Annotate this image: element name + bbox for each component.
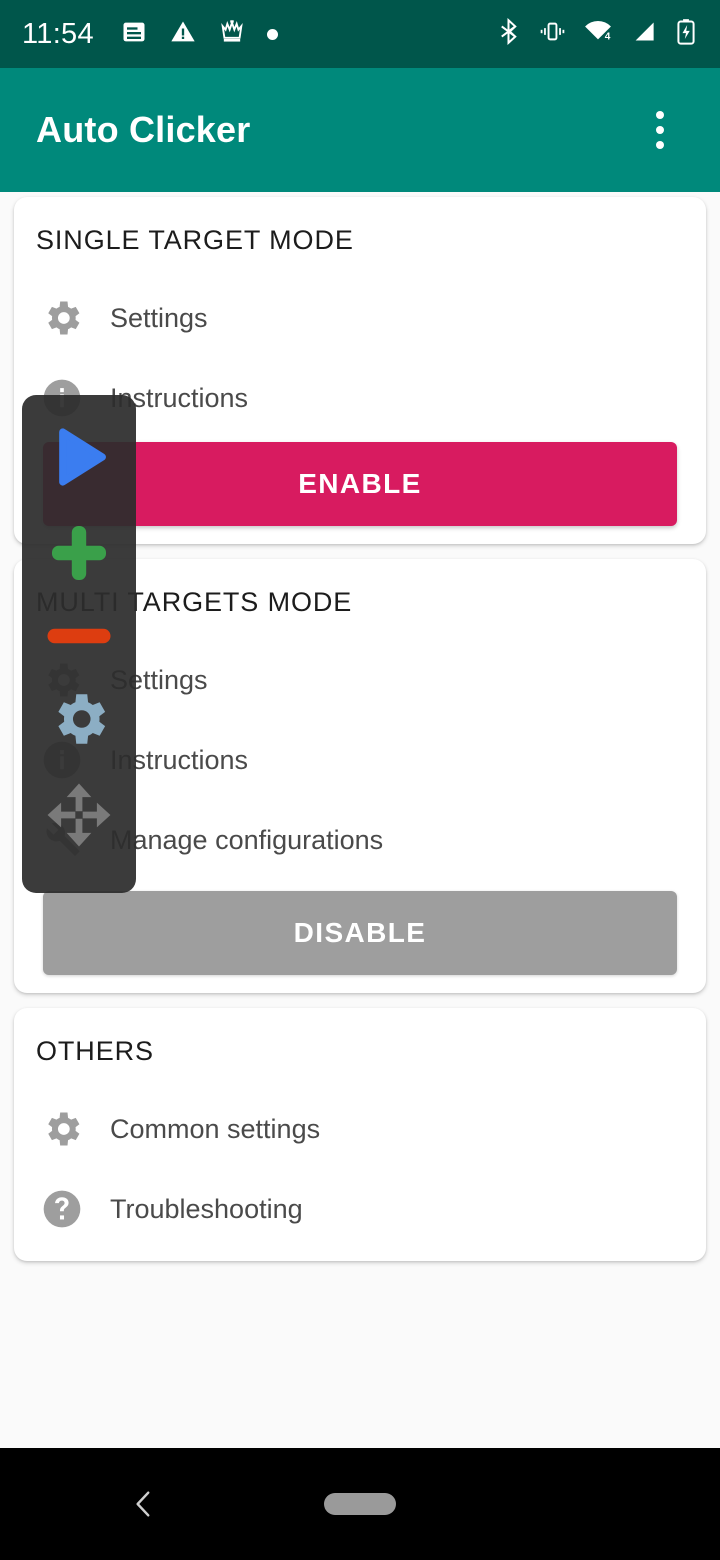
- wifi-icon: 4: [583, 18, 613, 50]
- battery-charging-icon: [674, 18, 698, 51]
- manage-configurations-label: Manage configurations: [110, 824, 384, 855]
- troubleshooting-label: Troubleshooting: [110, 1193, 303, 1224]
- overflow-menu-icon[interactable]: [636, 98, 684, 162]
- question-circle-icon: [36, 1183, 88, 1235]
- gear-icon: [36, 1103, 88, 1155]
- common-settings-label: Common settings: [110, 1113, 321, 1144]
- single-settings-label: Settings: [110, 302, 208, 333]
- gear-icon: [46, 686, 112, 757]
- overlay-settings-button[interactable]: [29, 673, 129, 769]
- play-triangle-icon: [40, 418, 118, 501]
- status-bar-system-icons: 4: [495, 17, 698, 51]
- troubleshooting-item[interactable]: Troubleshooting: [36, 1178, 684, 1240]
- minus-icon: [43, 621, 115, 656]
- page-title: Auto Clicker: [36, 109, 251, 150]
- status-bar-notification-icons: [120, 18, 278, 51]
- dot-notification-icon: [266, 28, 278, 40]
- disable-button[interactable]: DISABLE: [43, 891, 677, 975]
- app-bar: Auto Clicker: [0, 68, 720, 192]
- phone-screen: 11:54 4 Auto Clicker SINGLE TARGET MODE …: [0, 0, 720, 1560]
- play-button[interactable]: [29, 411, 129, 507]
- others-card: OTHERS Common settings Troubleshooting: [14, 1008, 706, 1261]
- status-bar-clock: 11:54: [22, 17, 94, 50]
- notes-notification-icon: [120, 18, 148, 51]
- single-target-mode-title: SINGLE TARGET MODE: [36, 225, 354, 255]
- chess-king-icon: [218, 18, 246, 51]
- move-arrows-icon: [42, 778, 116, 857]
- overflow-dot: [656, 126, 664, 134]
- floating-overlay-widget[interactable]: [22, 395, 136, 893]
- vibrate-icon: [539, 18, 566, 50]
- home-pill-icon[interactable]: [324, 1493, 396, 1515]
- wifi-badge-text: 4: [605, 31, 611, 42]
- status-bar: 11:54 4: [0, 0, 720, 68]
- plus-icon: [43, 517, 115, 594]
- remove-target-button[interactable]: [29, 603, 129, 673]
- add-target-button[interactable]: [29, 507, 129, 603]
- back-chevron-icon[interactable]: [114, 1474, 174, 1534]
- common-settings-item[interactable]: Common settings: [36, 1098, 684, 1160]
- move-handle[interactable]: [29, 769, 129, 865]
- bluetooth-icon: [495, 17, 522, 50]
- overflow-dot: [656, 141, 664, 149]
- gear-icon: [36, 292, 88, 344]
- single-settings-item[interactable]: Settings: [36, 287, 684, 349]
- others-title: OTHERS: [36, 1036, 154, 1066]
- overflow-dot: [656, 111, 664, 119]
- navigation-bar: [0, 1448, 720, 1560]
- cellular-signal-icon: [630, 18, 657, 50]
- enable-button[interactable]: ENABLE: [43, 442, 677, 526]
- warning-triangle-icon: [169, 18, 197, 51]
